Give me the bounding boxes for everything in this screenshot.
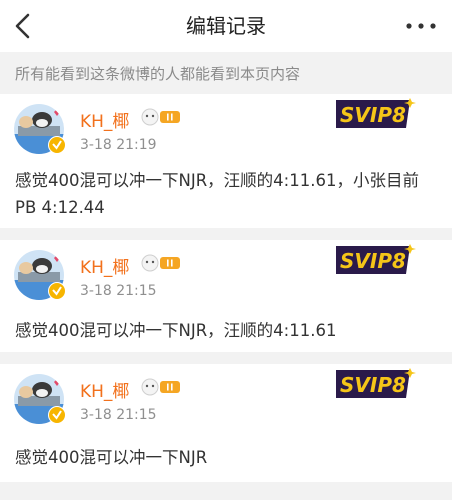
edit-time: 3-18 21:15	[80, 283, 157, 299]
edit-record-card: KH_椰 3-18 21:19 SVIP8 感觉400混可以冲一下NJR，汪顺的…	[0, 94, 452, 228]
svip-badge-icon: SVIP8	[336, 368, 416, 398]
edit-time: 3-18 21:19	[80, 137, 157, 153]
member-level-icon	[141, 254, 180, 272]
edit-record-card: KH_椰 3-18 21:15 SVIP8 感觉400混可以冲一下NJR	[0, 364, 452, 482]
verified-badge-icon	[48, 282, 66, 300]
verified-badge-icon	[48, 406, 66, 424]
svip-badge-icon: SVIP8	[336, 244, 416, 274]
member-level-icon	[141, 378, 180, 396]
more-button[interactable]	[404, 14, 438, 38]
visibility-notice: 所有能看到这条微博的人都能看到本页内容	[15, 65, 301, 83]
svg-text:SVIP8: SVIP8	[340, 249, 406, 273]
username[interactable]: KH_椰	[80, 107, 129, 132]
edit-time: 3-18 21:15	[80, 407, 157, 423]
more-dots-icon	[406, 23, 436, 29]
edit-record-card: KH_椰 3-18 21:15 SVIP8 感觉400混可以冲一下NJR，汪顺的…	[0, 240, 452, 352]
top-bar: 编辑记录	[0, 0, 452, 52]
verified-badge-icon	[48, 136, 66, 154]
username[interactable]: KH_椰	[80, 253, 129, 278]
member-level-icon	[141, 108, 180, 126]
svg-text:SVIP8: SVIP8	[340, 373, 406, 397]
svg-text:SVIP8: SVIP8	[340, 103, 406, 127]
page-title: 编辑记录	[186, 14, 266, 38]
record-text: 感觉400混可以冲一下NJR，汪顺的4:11.61	[15, 321, 337, 340]
username[interactable]: KH_椰	[80, 377, 129, 402]
record-text: 感觉400混可以冲一下NJR	[15, 448, 208, 467]
svip-badge-icon: SVIP8	[336, 98, 416, 128]
record-text: 感觉400混可以冲一下NJR，汪顺的4:11.61，小张目前PB 4:12.44	[15, 171, 419, 217]
